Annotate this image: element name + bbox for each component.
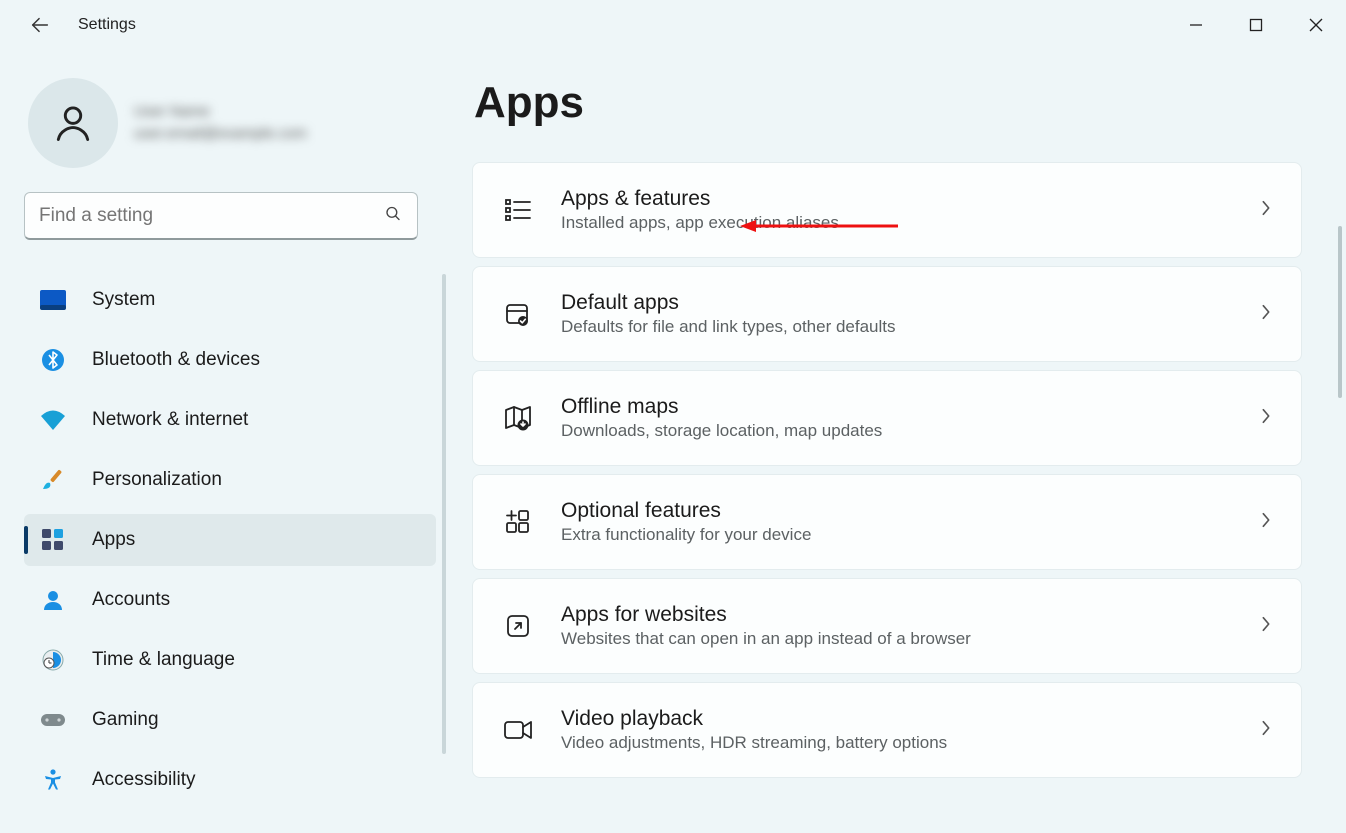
sidebar-item-label: Bluetooth & devices: [92, 349, 260, 371]
sidebar-item-label: Time & language: [92, 649, 235, 671]
maximize-icon: [1249, 18, 1263, 32]
sidebar-item-network[interactable]: Network & internet: [24, 394, 436, 446]
card-title: Video playback: [561, 707, 1231, 731]
gamepad-icon: [40, 707, 66, 733]
search-wrap: [24, 192, 418, 240]
monitor-icon: [40, 287, 66, 313]
sidebar-item-accounts[interactable]: Accounts: [24, 574, 436, 626]
avatar: [28, 78, 118, 168]
paintbrush-icon: [40, 467, 66, 493]
profile-email: user.email@example.com: [134, 123, 307, 145]
settings-card-list: Apps & features Installed apps, app exec…: [472, 162, 1310, 778]
sidebar-item-label: System: [92, 289, 155, 311]
apps-grid-icon: [40, 527, 66, 553]
sidebar-item-label: Gaming: [92, 709, 159, 731]
window-controls: [1166, 0, 1346, 50]
chevron-right-icon: [1259, 407, 1273, 430]
profile-name: User Name: [134, 101, 307, 123]
accessibility-icon: [40, 767, 66, 793]
arrow-left-icon: [29, 14, 51, 36]
minimize-button[interactable]: [1166, 0, 1226, 50]
search-icon: [384, 205, 402, 228]
add-grid-icon: [503, 507, 533, 537]
chevron-right-icon: [1259, 511, 1273, 534]
sidebar-item-label: Network & internet: [92, 409, 248, 431]
back-button[interactable]: [24, 9, 56, 41]
content-scrollbar[interactable]: [1338, 226, 1342, 398]
card-optional-features[interactable]: Optional features Extra functionality fo…: [472, 474, 1302, 570]
chevron-right-icon: [1259, 303, 1273, 326]
profile-section[interactable]: User Name user.email@example.com: [24, 78, 436, 168]
card-title: Apps & features: [561, 187, 1231, 211]
card-desc: Installed apps, app execution aliases: [561, 213, 1231, 233]
search-input[interactable]: [24, 192, 418, 240]
map-download-icon: [503, 403, 533, 433]
card-desc: Websites that can open in an app instead…: [561, 629, 1231, 649]
chevron-right-icon: [1259, 615, 1273, 638]
chevron-right-icon: [1259, 199, 1273, 222]
sidebar: User Name user.email@example.com System: [0, 50, 450, 833]
sidebar-item-gaming[interactable]: Gaming: [24, 694, 436, 746]
card-title: Default apps: [561, 291, 1231, 315]
card-desc: Extra functionality for your device: [561, 525, 1231, 545]
clock-globe-icon: [40, 647, 66, 673]
default-apps-icon: [503, 299, 533, 329]
person-icon: [51, 101, 95, 145]
sidebar-item-bluetooth[interactable]: Bluetooth & devices: [24, 334, 436, 386]
minimize-icon: [1189, 18, 1203, 32]
maximize-button[interactable]: [1226, 0, 1286, 50]
sidebar-item-label: Accessibility: [92, 769, 195, 791]
sidebar-item-personalization[interactable]: Personalization: [24, 454, 436, 506]
sidebar-nav: System Bluetooth & devices Network & int…: [24, 274, 436, 806]
app-title: Settings: [78, 16, 136, 34]
close-button[interactable]: [1286, 0, 1346, 50]
sidebar-scrollbar[interactable]: [442, 274, 446, 754]
card-title: Optional features: [561, 499, 1231, 523]
video-icon: [503, 715, 533, 745]
wifi-icon: [40, 407, 66, 433]
titlebar: Settings: [0, 0, 1346, 50]
card-title: Offline maps: [561, 395, 1231, 419]
card-desc: Downloads, storage location, map updates: [561, 421, 1231, 441]
card-video-playback[interactable]: Video playback Video adjustments, HDR st…: [472, 682, 1302, 778]
card-default-apps[interactable]: Default apps Defaults for file and link …: [472, 266, 1302, 362]
close-icon: [1309, 18, 1323, 32]
card-apps-features[interactable]: Apps & features Installed apps, app exec…: [472, 162, 1302, 258]
sidebar-item-label: Accounts: [92, 589, 170, 611]
open-external-icon: [503, 611, 533, 641]
sidebar-item-system[interactable]: System: [24, 274, 436, 326]
card-title: Apps for websites: [561, 603, 1231, 627]
card-desc: Video adjustments, HDR streaming, batter…: [561, 733, 1231, 753]
card-desc: Defaults for file and link types, other …: [561, 317, 1231, 337]
sidebar-item-apps[interactable]: Apps: [24, 514, 436, 566]
page-title: Apps: [474, 78, 1310, 128]
sidebar-item-accessibility[interactable]: Accessibility: [24, 754, 436, 806]
sidebar-item-time[interactable]: Time & language: [24, 634, 436, 686]
bluetooth-icon: [40, 347, 66, 373]
chevron-right-icon: [1259, 719, 1273, 742]
sidebar-item-label: Apps: [92, 529, 135, 551]
profile-text: User Name user.email@example.com: [134, 101, 307, 145]
list-details-icon: [503, 195, 533, 225]
card-offline-maps[interactable]: Offline maps Downloads, storage location…: [472, 370, 1302, 466]
sidebar-item-label: Personalization: [92, 469, 222, 491]
content: Apps Apps & features Installed apps, app…: [450, 50, 1346, 833]
card-apps-websites[interactable]: Apps for websites Websites that can open…: [472, 578, 1302, 674]
account-icon: [40, 587, 66, 613]
